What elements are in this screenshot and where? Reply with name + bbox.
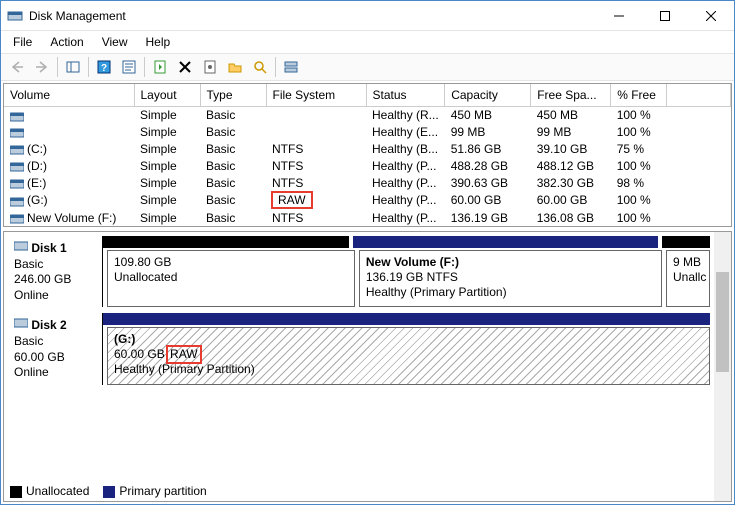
col-capacity[interactable]: Capacity: [445, 84, 531, 106]
raw-fs-highlight: RAW: [272, 192, 312, 208]
table-row[interactable]: (D:)SimpleBasicNTFSHealthy (P...488.28 G…: [4, 157, 731, 174]
disk-2-name: Disk 2: [31, 318, 66, 332]
col-pct[interactable]: % Free: [611, 84, 667, 106]
disk-2-partition-g[interactable]: (G:) 60.00 GB RAW Healthy (Primary Parti…: [107, 327, 710, 384]
show-hide-console-tree-button[interactable]: [61, 55, 85, 79]
disk-1-label: Disk 1 Basic 246.00 GB Online: [8, 236, 103, 307]
volume-icon: [10, 196, 24, 206]
volume-icon: [10, 111, 24, 121]
table-row[interactable]: SimpleBasicHealthy (E...99 MB99 MB100 %: [4, 123, 731, 140]
menu-file[interactable]: File: [5, 33, 40, 51]
disk-2-row[interactable]: Disk 2 Basic 60.00 GB Online (G:) 60.00 …: [8, 313, 710, 384]
help-button[interactable]: ?: [92, 55, 116, 79]
disk-1-unallocated[interactable]: 109.80 GB Unallocated: [107, 250, 355, 307]
disk-2-label: Disk 2 Basic 60.00 GB Online: [8, 313, 103, 384]
col-fs[interactable]: File System: [266, 84, 366, 106]
forward-button: [30, 55, 54, 79]
toolbar: ?: [1, 53, 734, 81]
disk-management-window: Disk Management File Action View Help ?: [0, 0, 735, 505]
disk-1-track: [103, 236, 710, 248]
col-volume[interactable]: Volume: [4, 84, 134, 106]
disk-1-row[interactable]: Disk 1 Basic 246.00 GB Online: [8, 236, 710, 307]
titlebar: Disk Management: [1, 1, 734, 31]
volume-list-pane: Volume Layout Type File System Status Ca…: [3, 83, 732, 227]
menu-action[interactable]: Action: [42, 33, 91, 51]
svg-text:?: ?: [101, 63, 107, 74]
table-row[interactable]: (G:)SimpleBasicRAWHealthy (P...60.00 GB6…: [4, 191, 731, 209]
disk-icon: [14, 241, 28, 255]
minimize-button[interactable]: [596, 1, 642, 31]
open-icon[interactable]: [223, 55, 247, 79]
table-header-row: Volume Layout Type File System Status Ca…: [4, 84, 731, 106]
maximize-button[interactable]: [642, 1, 688, 31]
disk-1-name: Disk 1: [31, 241, 66, 255]
back-button: [5, 55, 29, 79]
legend: Unallocated Primary partition: [10, 484, 207, 498]
refresh-button[interactable]: [148, 55, 172, 79]
col-spacer: [667, 84, 731, 106]
window-controls: [596, 1, 734, 31]
disk-view-icon[interactable]: [279, 55, 303, 79]
table-row[interactable]: SimpleBasicHealthy (R...450 MB450 MB100 …: [4, 106, 731, 123]
scrollbar-thumb[interactable]: [716, 272, 729, 372]
disk-1-tail-unalloc[interactable]: 9 MB Unallc: [666, 250, 710, 307]
raw-highlight: RAW: [168, 347, 200, 362]
table-row[interactable]: (C:)SimpleBasicNTFSHealthy (B...51.86 GB…: [4, 140, 731, 157]
menu-view[interactable]: View: [94, 33, 136, 51]
menu-help[interactable]: Help: [138, 33, 179, 51]
volume-icon: [10, 213, 24, 223]
volume-icon: [10, 161, 24, 171]
content-area: Volume Layout Type File System Status Ca…: [1, 81, 734, 504]
table-row[interactable]: New Volume (F:)SimpleBasicNTFSHealthy (P…: [4, 209, 731, 226]
menubar: File Action View Help: [1, 31, 734, 53]
app-icon: [7, 8, 23, 24]
disk-icon: [14, 318, 28, 332]
volume-icon: [10, 178, 24, 188]
window-title: Disk Management: [29, 9, 596, 23]
close-button[interactable]: [688, 1, 734, 31]
table-row[interactable]: (E:)SimpleBasicNTFSHealthy (P...390.63 G…: [4, 174, 731, 191]
disk-1-partition-f[interactable]: New Volume (F:) 136.19 GB NTFS Healthy (…: [359, 250, 662, 307]
col-status[interactable]: Status: [366, 84, 445, 106]
settings-icon[interactable]: [198, 55, 222, 79]
volume-icon: [10, 144, 24, 154]
legend-unallocated-swatch: [10, 486, 22, 498]
legend-primary-swatch: [103, 486, 115, 498]
scan-icon[interactable]: [248, 55, 272, 79]
col-type[interactable]: Type: [200, 84, 266, 106]
volume-table: Volume Layout Type File System Status Ca…: [4, 84, 731, 226]
col-layout[interactable]: Layout: [134, 84, 200, 106]
col-free[interactable]: Free Spa...: [531, 84, 611, 106]
disk-2-track: [103, 313, 710, 325]
disk-graphic-pane: Disk 1 Basic 246.00 GB Online: [3, 231, 732, 502]
properties-button[interactable]: [117, 55, 141, 79]
delete-icon[interactable]: [173, 55, 197, 79]
volume-icon: [10, 127, 24, 137]
vertical-scrollbar[interactable]: [714, 232, 731, 501]
